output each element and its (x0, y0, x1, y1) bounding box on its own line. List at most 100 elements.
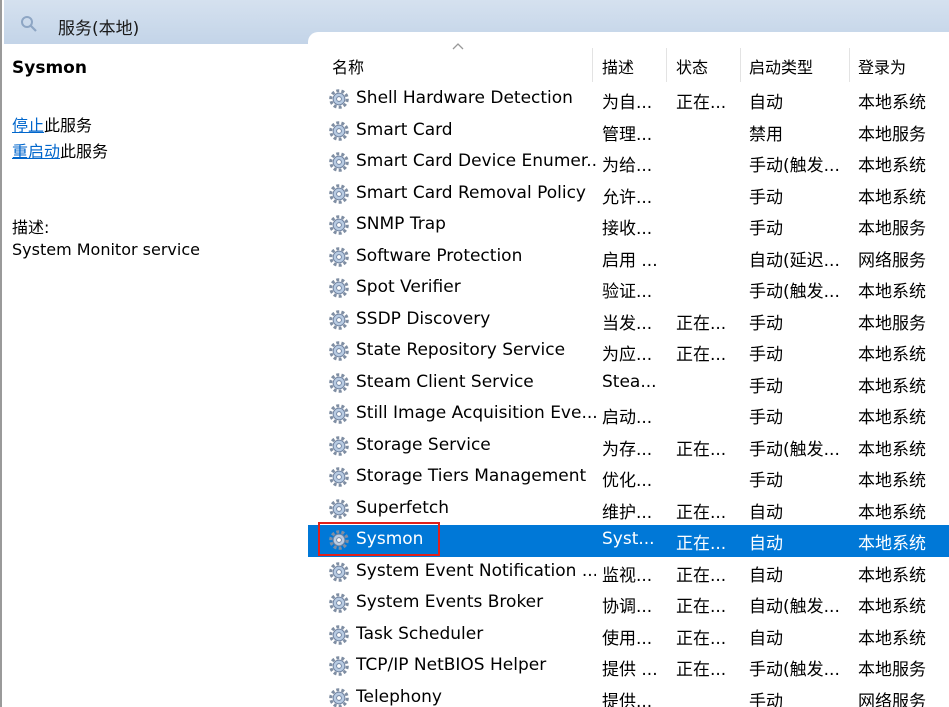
service-logon-as: 网络服务 (858, 691, 926, 707)
service-logon-as: 本地系统 (858, 282, 926, 302)
service-name: TCP/IP NetBIOS Helper (356, 655, 547, 675)
service-row[interactable]: Storage Tiers Management 优化... 手动 本地系统 (308, 462, 949, 494)
service-row[interactable]: Still Image Acquisition Eve... 启动... 手动 … (308, 399, 949, 431)
service-logon-as: 本地系统 (858, 597, 926, 617)
service-logon-as: 本地系统 (858, 502, 926, 523)
gear-icon (329, 152, 349, 172)
service-description: Syst... (602, 529, 655, 549)
service-row[interactable]: System Events Broker 协调... 正在... 自动(触发..… (308, 588, 949, 620)
column-header-startup-type[interactable]: 启动类型 (745, 54, 849, 82)
service-startup-type: 自动 (749, 565, 783, 586)
service-name: Storage Service (356, 434, 491, 455)
service-name: Spot Verifier (356, 277, 461, 297)
service-name: Telephony (356, 686, 442, 707)
services-list-pane: 名称 描述 状态 启动类型 登录为 Shell Hardware Detecti… (308, 32, 949, 707)
gear-icon (329, 309, 349, 330)
service-name: Storage Tiers Management (356, 466, 587, 486)
gear-icon (329, 624, 349, 645)
service-row[interactable]: Storage Service 为存... 正在... 手动(触发... 本地系… (308, 431, 949, 463)
service-name: Task Scheduler (356, 623, 484, 644)
service-logon-as: 本地系统 (858, 345, 926, 365)
column-divider[interactable] (592, 48, 593, 82)
service-name: System Event Notification ... (356, 560, 596, 581)
service-startup-type: 自动 (749, 502, 783, 523)
service-logon-as: 本地系统 (858, 534, 926, 554)
gear-icon (329, 404, 349, 424)
service-row[interactable]: SNMP Trap 接收... 手动 本地服务 (308, 210, 949, 242)
gear-icon (329, 89, 349, 109)
service-description: 为应... (602, 345, 653, 365)
service-description: 协调... (602, 597, 653, 617)
service-status: 正在... (676, 502, 727, 523)
service-row[interactable]: State Repository Service 为应... 正在... 手动 … (308, 336, 949, 368)
search-icon (21, 16, 37, 32)
highlight-annotation (318, 522, 440, 556)
gear-icon (329, 183, 349, 204)
service-description: 提供 ... (602, 660, 658, 680)
selected-service-name: Sysmon (12, 58, 87, 78)
stop-link[interactable]: 停止 (12, 116, 44, 135)
service-row[interactable]: Steam Client Service Stea... 手动 本地系统 (308, 368, 949, 400)
service-description: 为自... (602, 93, 653, 113)
service-logon-as: 网络服务 (858, 250, 926, 271)
column-header-status[interactable]: 状态 (672, 54, 740, 82)
gear-icon (329, 561, 349, 582)
service-startup-type: 手动(触发... (749, 660, 840, 680)
stop-service-action: 停止此服务 (12, 112, 92, 136)
service-row[interactable]: Shell Hardware Detection 为自... 正在... 自动 … (308, 84, 949, 116)
service-name: Superfetch (356, 497, 450, 518)
service-row[interactable]: Spot Verifier 验证... 手动(触发... 本地系统 (308, 273, 949, 305)
service-name: Shell Hardware Detection (356, 88, 573, 108)
service-logon-as: 本地系统 (858, 565, 926, 586)
service-row[interactable]: SSDP Discovery 当发... 正在... 手动 本地服务 (308, 305, 949, 337)
description-text: System Monitor service (12, 240, 200, 259)
service-description: 使用... (602, 628, 653, 649)
service-name: SSDP Discovery (356, 308, 491, 329)
column-header-name[interactable]: 名称 (328, 54, 590, 82)
stop-suffix: 此服务 (44, 116, 93, 135)
service-startup-type: 手动(触发... (749, 156, 840, 176)
service-description: 优化... (602, 471, 653, 491)
column-divider[interactable] (849, 48, 850, 82)
service-status: 正在... (676, 660, 727, 680)
service-startup-type: 手动 (749, 219, 783, 239)
service-status: 正在... (676, 534, 727, 554)
service-description: 监视... (602, 565, 653, 586)
service-description: 当发... (602, 313, 653, 334)
service-row[interactable]: Smart Card Device Enumer... 为给... 手动(触发.… (308, 147, 949, 179)
description-label: 描述: (12, 218, 50, 237)
service-row[interactable]: Task Scheduler 使用... 正在... 自动 本地系统 (308, 620, 949, 652)
column-divider[interactable] (740, 48, 741, 82)
service-startup-type: 自动 (749, 93, 783, 113)
service-description: 维护... (602, 502, 653, 523)
service-row[interactable]: Telephony 提供... 手动 网络服务 (308, 683, 949, 707)
service-startup-type: 自动 (749, 534, 783, 554)
services-table: Shell Hardware Detection 为自... 正在... 自动 … (308, 84, 949, 707)
gear-icon (329, 246, 349, 267)
column-divider[interactable] (666, 48, 667, 82)
service-logon-as: 本地系统 (858, 471, 926, 491)
service-description: 管理... (602, 124, 653, 145)
service-row[interactable]: TCP/IP NetBIOS Helper 提供 ... 正在... 手动(触发… (308, 651, 949, 683)
service-description: Stea... (602, 371, 657, 392)
service-logon-as: 本地服务 (858, 124, 926, 145)
restart-link[interactable]: 重启动 (12, 142, 60, 161)
column-header: 名称 描述 状态 启动类型 登录为 (308, 32, 949, 84)
window-title: 服务(本地) (58, 19, 140, 39)
service-status: 正在... (676, 439, 727, 460)
service-row[interactable]: Superfetch 维护... 正在... 自动 本地系统 (308, 494, 949, 526)
column-header-description[interactable]: 描述 (598, 54, 666, 82)
service-row[interactable]: Software Protection 启用 ... 自动(延迟... 网络服务 (308, 242, 949, 274)
service-row[interactable]: System Event Notification ... 监视... 正在..… (308, 557, 949, 589)
restart-suffix: 此服务 (60, 142, 109, 161)
service-row[interactable]: Smart Card Removal Policy 允许... 手动 本地系统 (308, 179, 949, 211)
gear-icon (329, 593, 349, 613)
service-startup-type: 禁用 (749, 124, 783, 145)
gear-icon (329, 687, 349, 707)
column-header-logon-as[interactable]: 登录为 (854, 54, 949, 82)
service-logon-as: 本地系统 (858, 156, 926, 176)
service-detail-pane: Sysmon 停止此服务 重启动此服务 描述: System Monitor s… (4, 44, 308, 707)
service-status: 正在... (676, 93, 727, 113)
service-name: Smart Card (356, 119, 453, 140)
service-row[interactable]: Smart Card 管理... 禁用 本地服务 (308, 116, 949, 148)
